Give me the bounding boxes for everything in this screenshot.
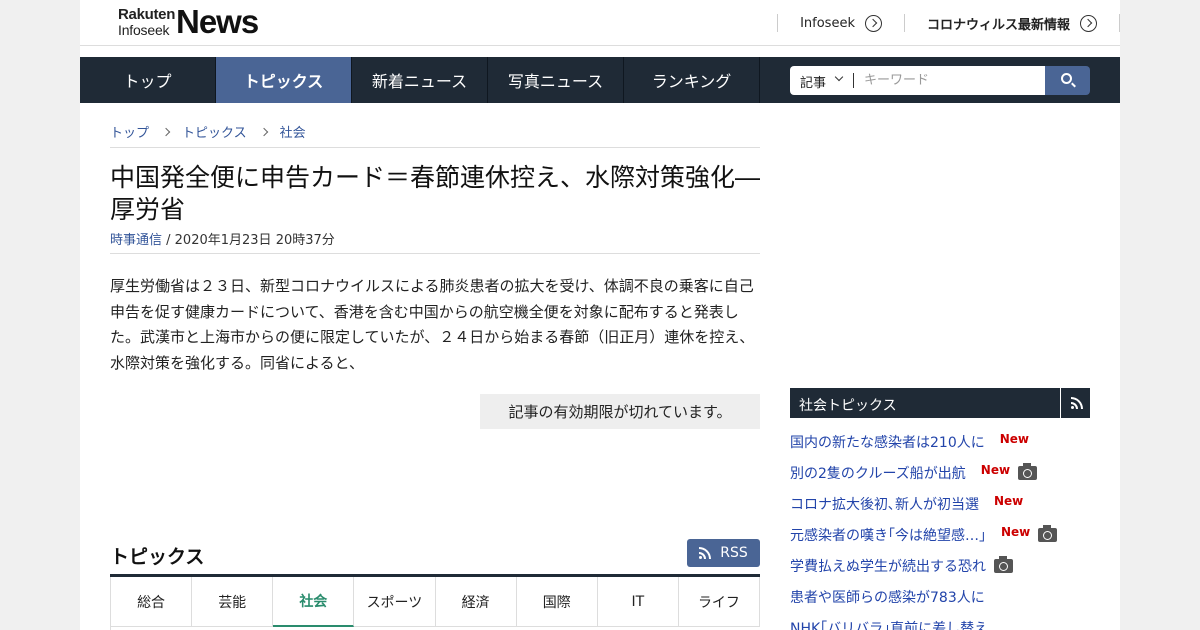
divider <box>110 253 760 254</box>
header-links: Infoseek コロナウィルス最新情報 <box>777 12 1120 34</box>
search-icon <box>1061 73 1072 84</box>
camera-icon <box>1038 524 1058 542</box>
list-item[interactable]: コロナ拡大後初､新人が初当選 New <box>790 488 1090 519</box>
article-meta: 時事通信 / 2020年1月23日 20時37分 <box>110 229 335 248</box>
search-form: 記事 <box>790 66 1090 95</box>
infoseek-link-label: Infoseek <box>800 15 855 31</box>
list-item[interactable]: 国内の新たな感染者は210人に New <box>790 426 1090 457</box>
rss-button[interactable]: RSS <box>687 539 760 567</box>
rss-icon <box>699 547 712 559</box>
list-item-title: 学費払えぬ学生が続出する恐れ <box>790 558 986 575</box>
corona-info-link[interactable]: コロナウィルス最新情報 <box>905 14 1119 33</box>
logo-infoseek-text: Infoseek <box>118 22 170 38</box>
chevron-right-circle-icon <box>864 14 882 32</box>
tab-sports[interactable]: スポーツ <box>354 577 436 627</box>
list-item-title: 患者や医師らの感染が783人に <box>790 589 985 606</box>
breadcrumb-topics[interactable]: トピックス <box>182 122 247 141</box>
article-date: / 2020年1月23日 20時37分 <box>162 233 335 248</box>
page: Rakuten Infoseek News Infoseek コロナウィルス最新… <box>80 0 1120 630</box>
camera-icon <box>994 555 1013 573</box>
list-item-title: 元感染者の嘆き｢今は絶望感…｣ <box>790 527 986 544</box>
search-category-select[interactable]: 記事 <box>800 72 826 91</box>
article-source-link[interactable]: 時事通信 <box>110 233 162 248</box>
chevron-right-icon <box>161 127 171 136</box>
rss-icon <box>1071 397 1083 409</box>
nav-latest-news[interactable]: 新着ニュース <box>352 57 488 103</box>
tab-it[interactable]: IT <box>597 577 679 627</box>
search-box: 記事 <box>790 66 1045 95</box>
tab-general[interactable]: 総合 <box>111 577 193 627</box>
divider <box>1119 14 1120 32</box>
expired-notice: 記事の有効期限が切れています。 <box>480 394 760 429</box>
infoseek-link[interactable]: Infoseek <box>778 14 904 32</box>
new-badge: New <box>994 493 1024 508</box>
society-topics-heading: 社会トピックス <box>799 398 897 414</box>
nav-ranking[interactable]: ランキング <box>624 57 760 103</box>
new-badge: New <box>980 462 1011 477</box>
list-item-title: 別の2隻のクルーズ船が出航 <box>790 465 966 482</box>
tab-society[interactable]: 社会 <box>273 577 355 627</box>
rss-button-label: RSS <box>720 545 748 561</box>
article-body: 厚生労働省は２３日、新型コロナウイルスによる肺炎患者の拡大を受け、体調不良の乗客… <box>110 277 755 372</box>
nav-top[interactable]: トップ <box>80 57 216 103</box>
tab-economy[interactable]: 経済 <box>435 577 517 627</box>
divider <box>110 147 760 148</box>
list-item[interactable]: 別の2隻のクルーズ船が出航 New <box>790 457 1090 488</box>
nav-topics[interactable]: トピックス <box>216 57 352 103</box>
topics-tabs: 総合 芸能 社会 スポーツ 経済 国際 IT ライフ <box>110 577 760 630</box>
society-topics-list: 国内の新たな感染者は210人に New 別の2隻のクルーズ船が出航 New コロ… <box>790 426 1090 630</box>
chevron-down-icon <box>834 72 844 82</box>
list-item[interactable]: 元感染者の嘆き｢今は絶望感…｣ New <box>790 519 1090 550</box>
search-input[interactable] <box>864 70 1034 91</box>
rakuten-infoseek-news-logo[interactable]: Rakuten Infoseek News <box>118 3 259 40</box>
tab-entertainment[interactable]: 芸能 <box>192 577 274 627</box>
main-nav: トップ トピックス 新着ニュース 写真ニュース ランキング 記事 <box>80 57 1120 103</box>
tab-international[interactable]: 国際 <box>516 577 598 627</box>
breadcrumb: トップ トピックス 社会 <box>110 122 306 141</box>
society-topics-header: 社会トピックス <box>790 388 1090 418</box>
breadcrumb-top[interactable]: トップ <box>110 122 149 141</box>
breadcrumb-society[interactable]: 社会 <box>280 122 306 141</box>
logo-news-text: News <box>176 3 259 40</box>
top-bar: Rakuten Infoseek News Infoseek コロナウィルス最新… <box>80 0 1120 46</box>
chevron-right-circle-icon <box>1080 14 1097 32</box>
tab-life[interactable]: ライフ <box>678 577 760 627</box>
list-item-title: コロナ拡大後初､新人が初当選 <box>790 496 979 513</box>
corona-info-link-label: コロナウィルス最新情報 <box>926 17 1070 33</box>
list-item-title: NHK｢バリバラ｣直前に差し替え <box>790 620 989 630</box>
logo-rakuten-text: Rakuten <box>118 6 176 23</box>
search-button[interactable] <box>1045 66 1090 95</box>
list-item[interactable]: NHK｢バリバラ｣直前に差し替え <box>790 612 1090 630</box>
list-item[interactable]: 学費払えぬ学生が続出する恐れ <box>790 550 1090 581</box>
nav-photo-news[interactable]: 写真ニュース <box>488 57 624 103</box>
new-badge: New <box>1001 524 1031 539</box>
new-badge: New <box>999 431 1030 446</box>
list-item[interactable]: 患者や医師らの感染が783人に <box>790 581 1090 612</box>
society-rss-button[interactable] <box>1060 388 1090 418</box>
list-item-title: 国内の新たな感染者は210人に <box>790 434 985 451</box>
topics-heading: トピックス <box>110 546 205 568</box>
camera-icon <box>1018 462 1038 480</box>
chevron-right-icon <box>259 127 268 136</box>
divider <box>853 73 854 88</box>
article-title: 中国発全便に申告カード＝春節連休控え、水際対策強化―厚労省 <box>110 163 761 224</box>
